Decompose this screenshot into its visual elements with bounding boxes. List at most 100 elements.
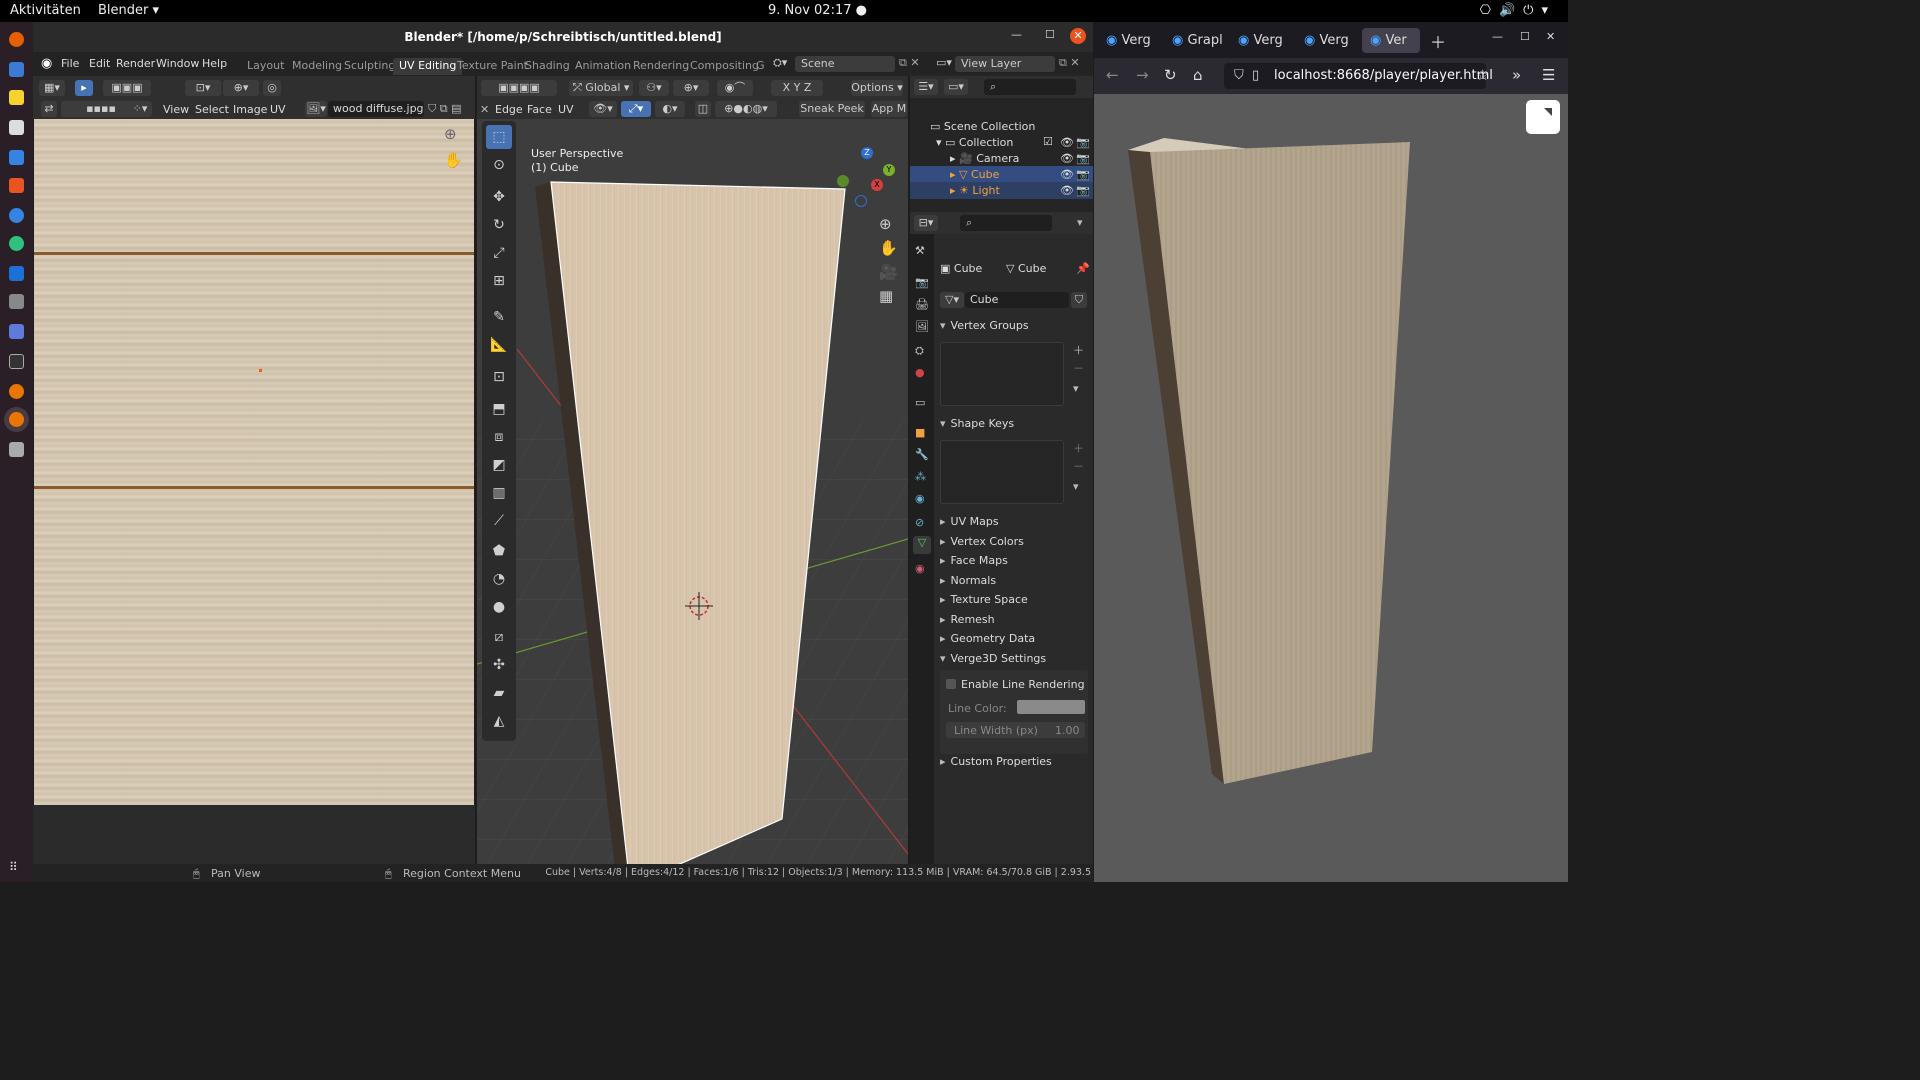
browser-tab-5-active[interactable]: ◉ Ver ✕ — [1362, 28, 1420, 73]
tab-sculpting[interactable]: Sculpting — [338, 58, 401, 75]
vscode-icon[interactable] — [9, 266, 24, 281]
snap-toggle-icon[interactable]: ⊕▾ — [673, 80, 709, 96]
ortho-toggle-icon[interactable]: ▦ — [879, 287, 893, 305]
render-tab-icon[interactable]: 📷 — [915, 276, 929, 289]
panel-texture-space[interactable]: ▸ Texture Space — [940, 593, 1090, 606]
add-cube-tool-icon[interactable]: ⊡ — [486, 365, 512, 389]
axis-z-label[interactable]: Z — [804, 81, 812, 94]
vp-select-box-tool-icon[interactable]: ⬚ — [486, 125, 512, 149]
properties-options-icon[interactable]: ▾ — [1077, 216, 1083, 229]
panel-verge3d-settings[interactable]: ▾ Verge3D Settings — [940, 652, 1090, 665]
browser-tab-4[interactable]: ◉ Verg — [1296, 28, 1358, 53]
chrome-icon[interactable] — [9, 236, 24, 251]
collapse-icon[interactable]: ✕ — [480, 103, 489, 116]
vertex-group-remove-icon[interactable]: － — [1073, 360, 1084, 376]
browser-maximize-icon[interactable]: ☐ — [1520, 30, 1530, 43]
rhythmbox-icon[interactable] — [9, 90, 24, 105]
minimize-icon[interactable]: — — [1011, 28, 1022, 41]
blender-dock-icon-active[interactable] — [9, 412, 24, 427]
overlay-toggle-icon[interactable]: ◐▾ — [655, 101, 685, 117]
vp-move-tool-icon[interactable]: ✥ — [486, 185, 512, 209]
transform-orientation[interactable]: ⤱ Global ▾ — [569, 80, 633, 96]
proportional-edit-icon[interactable]: ◉⌒ — [717, 80, 753, 96]
uv-wood-texture-image[interactable]: ⊕ ✋ — [34, 119, 474, 805]
view-layer-selector[interactable]: View Layer — [955, 56, 1055, 72]
uv-sync-icon[interactable]: ⇄ — [41, 101, 57, 117]
activities-button[interactable]: Aktivitäten — [10, 3, 81, 18]
url-bar[interactable]: ⛉ ▯ localhost:8668/player/player.html — [1224, 63, 1493, 89]
camera-visibility-icons[interactable]: 👁📷 — [1060, 152, 1092, 165]
panel-face-maps[interactable]: ▸ Face Maps — [940, 554, 1090, 567]
shape-keys-list[interactable] — [940, 440, 1064, 504]
output-tab-icon[interactable]: 🖨 — [915, 298, 929, 311]
tab-shading[interactable]: Shading — [519, 58, 576, 75]
line-rendering-checkbox[interactable] — [946, 679, 956, 689]
shear-tool-icon[interactable]: ▰ — [486, 681, 512, 705]
properties-search-icon[interactable]: ⌕ — [960, 215, 1052, 231]
software-icon[interactable] — [9, 178, 24, 193]
loop-cut-tool-icon[interactable]: ▥ — [486, 481, 512, 505]
scene-tab-icon[interactable]: ⛭ — [915, 344, 924, 358]
pivot-icon[interactable]: ⊡▾ — [185, 80, 221, 96]
outliner-editor-type-icon[interactable]: ☰▾ — [914, 79, 938, 95]
shape-key-menu-icon[interactable]: ▾ — [1073, 480, 1079, 493]
outliner-collection[interactable]: ▾ ▭ Collection — [936, 136, 1013, 149]
uv-menu-select[interactable]: Select — [195, 103, 229, 116]
sneak-peek-button[interactable]: Sneak Peek — [799, 101, 865, 117]
scene-selector[interactable]: Scene — [795, 56, 895, 72]
clock[interactable]: 9. Nov 02:17 ● — [768, 3, 867, 18]
vp-rotate-tool-icon[interactable]: ↻ — [486, 213, 512, 237]
blender-dock-icon[interactable] — [9, 384, 24, 399]
enable-line-rendering-label[interactable]: Enable Line Rendering — [961, 678, 1085, 691]
zoom-icon[interactable]: ⊕ — [444, 125, 457, 143]
viewport-pan-icon[interactable]: ✋ — [879, 239, 898, 257]
gamepad-icon[interactable] — [9, 294, 24, 309]
vp-cursor-tool-icon[interactable]: ⊙ — [486, 153, 512, 177]
outliner-cube[interactable]: ▸ ▽ Cube — [950, 168, 999, 181]
menu-render[interactable]: Render — [116, 57, 155, 70]
page-info-icon[interactable]: ▯ — [1252, 63, 1259, 89]
app-grid-icon[interactable]: ⠿ — [9, 860, 24, 875]
bookmark-star-icon[interactable]: ☆ — [1476, 66, 1489, 84]
menu-window[interactable]: Window — [156, 57, 199, 70]
smooth-tool-icon[interactable]: ● — [486, 595, 512, 619]
light-visibility-icons[interactable]: 👁📷 — [1060, 184, 1092, 197]
vp-menu-face[interactable]: Face — [527, 103, 552, 116]
pin-icon[interactable]: 📌 — [1076, 262, 1090, 275]
modifier-tab-icon[interactable]: 🔧 — [915, 448, 929, 461]
pivot-point-icon[interactable]: ⚇▾ — [639, 80, 669, 96]
image-actions-icons[interactable]: ⛉ ⧉ ▤ — [428, 102, 462, 116]
panel-vertex-colors[interactable]: ▸ Vertex Colors — [940, 535, 1090, 548]
view-layer-icon[interactable]: ▭▾ — [936, 56, 952, 69]
help-icon[interactable] — [9, 208, 24, 223]
outliner-camera[interactable]: ▸ 🎥 Camera — [950, 152, 1019, 165]
particles-tab-icon[interactable]: ⁂ — [915, 470, 926, 483]
image-name-field[interactable]: wood diffuse.jpg — [328, 101, 424, 117]
panel-uv-maps[interactable]: ▸ UV Maps — [940, 515, 1090, 528]
scene-copy-icon[interactable]: ⧉ ✕ — [899, 56, 920, 70]
image-browse-icon[interactable]: 🖼▾ — [305, 101, 327, 117]
properties-editor-type-icon[interactable]: ⊟▾ — [914, 215, 938, 231]
sticky-mode-icon[interactable]: ⁘▾ — [128, 101, 152, 117]
vp-transform-tool-icon[interactable]: ⊞ — [486, 269, 512, 293]
mirror-axes[interactable]: X Y Z — [771, 80, 823, 96]
gizmo-y-icon[interactable]: Y — [883, 164, 895, 176]
gizmo-x-icon[interactable]: X — [871, 179, 883, 191]
vp-scale-tool-icon[interactable]: ⤢ — [486, 241, 512, 265]
gizmo-neg-y-icon[interactable] — [837, 175, 849, 187]
browser-tab-2[interactable]: ◉ Grapl — [1164, 28, 1226, 53]
vp-annotate-tool-icon[interactable]: ✎ — [486, 305, 512, 329]
shape-key-remove-icon[interactable]: － — [1073, 458, 1084, 474]
browser-tab-3[interactable]: ◉ Verg — [1230, 28, 1292, 53]
select-box-modes[interactable]: ▣▣▣ — [103, 80, 151, 96]
panel-custom-properties[interactable]: ▸ Custom Properties — [940, 755, 1090, 768]
bevel-tool-icon[interactable]: ◩ — [486, 453, 512, 477]
vertex-group-add-icon[interactable]: ＋ — [1073, 342, 1084, 358]
tool-tab-icon[interactable]: ⚒ — [915, 244, 925, 257]
menu-file[interactable]: File — [61, 57, 79, 70]
gizmo-toggle-icon[interactable]: ⤢▾ — [621, 101, 651, 117]
collection-tab-icon[interactable]: ▭ — [915, 396, 925, 409]
viewport-zoom-icon[interactable]: ⊕ — [879, 215, 892, 233]
reload-icon[interactable]: ↻ — [1164, 66, 1177, 84]
mesh-name-field[interactable]: Cube — [965, 292, 1069, 308]
